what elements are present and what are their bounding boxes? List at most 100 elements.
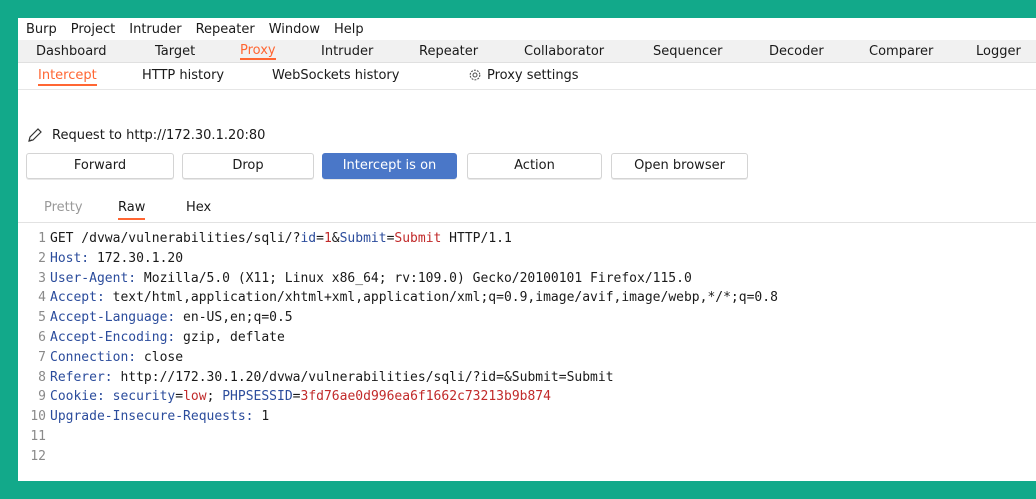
menu-intruder[interactable]: Intruder (129, 22, 181, 37)
intercept-toggle-button[interactable]: Intercept is on (322, 153, 457, 179)
line-number: 6 (38, 329, 46, 345)
line-content: Accept-Encoding: gzip, deflate (50, 328, 285, 348)
code-token: close (136, 349, 184, 365)
code-token: 3fd76ae0d996ea6f1662c73213b9b874 (300, 389, 551, 405)
tab-comparer[interactable]: Comparer (869, 44, 933, 59)
editor-tab-bar: Pretty Raw Hex (18, 194, 1036, 223)
code-token: 1 (253, 409, 270, 425)
code-token: http://172.30.1.20/dvwa/vulnerabilities/… (112, 369, 614, 385)
menu-burp[interactable]: Burp (26, 22, 57, 37)
tab-dashboard[interactable]: Dashboard (36, 44, 107, 59)
request-line: 12 (18, 447, 1036, 467)
code-token: 1 (323, 231, 332, 246)
code-token: Submit (394, 231, 442, 246)
code-token: Cookie: (50, 389, 105, 405)
action-button[interactable]: Action (467, 153, 602, 179)
code-token: Connection: (50, 349, 137, 365)
line-number: 8 (38, 369, 46, 385)
code-token: id (300, 231, 317, 246)
menu-help[interactable]: Help (334, 22, 364, 37)
line-number: 11 (30, 428, 46, 444)
line-number: 1 (38, 231, 46, 246)
code-token: Referer: (50, 369, 113, 385)
burp-window: Burp Project Intruder Repeater Window He… (18, 18, 1036, 481)
tab-target[interactable]: Target (155, 44, 195, 59)
request-line: 7 Connection: close (18, 348, 1036, 368)
line-number: 5 (38, 310, 46, 326)
line-content: Referer: http://172.30.1.20/dvwa/vulnera… (50, 368, 614, 388)
line-content: User-Agent: Mozilla/5.0 (X11; Linux x86_… (50, 269, 692, 289)
menu-project[interactable]: Project (71, 22, 115, 37)
request-line: 6 Accept-Encoding: gzip, deflate (18, 328, 1036, 348)
proxy-settings-label: Proxy settings (487, 68, 579, 83)
code-token: text/html,application/xhtml+xml,applicat… (104, 290, 778, 306)
code-token: 172.30.1.20 (89, 250, 184, 266)
request-line: 5 Accept-Language: en-US,en;q=0.5 (18, 308, 1036, 328)
line-content: Connection: close (50, 348, 183, 368)
line-number: 4 (38, 290, 46, 306)
line-content: Cookie: security=low; PHPSESSID=3fd76ae0… (50, 387, 551, 407)
code-token: GET /dvwa/vulnerabilities/sqli/? (50, 231, 301, 246)
request-line: 11 (18, 427, 1036, 447)
code-token: = (316, 231, 324, 246)
menu-repeater[interactable]: Repeater (196, 22, 255, 37)
pencil-icon (28, 128, 42, 142)
tab-collaborator[interactable]: Collaborator (524, 44, 604, 59)
line-number: 2 (38, 250, 46, 266)
code-token: Accept: (50, 290, 105, 306)
code-token: = (292, 389, 301, 405)
code-token: HTTP/1.1 (441, 231, 512, 246)
tab-proxy-settings[interactable]: Proxy settings (468, 68, 579, 83)
code-token: = (175, 389, 184, 405)
request-line: 4 Accept: text/html,application/xhtml+xml… (18, 288, 1036, 308)
gear-icon (469, 69, 481, 81)
code-token: gzip, deflate (175, 329, 285, 345)
code-token: ; (206, 389, 223, 405)
tab-intruder[interactable]: Intruder (321, 44, 373, 59)
code-token: Host: (50, 250, 90, 266)
tab-sequencer[interactable]: Sequencer (653, 44, 722, 59)
line-content: Accept: text/html,application/xhtml+xml,… (50, 288, 778, 308)
request-line: 2 Host: 172.30.1.20 (18, 249, 1036, 269)
line-content: Upgrade-Insecure-Requests: 1 (50, 407, 269, 427)
tab-logger[interactable]: Logger (976, 44, 1021, 59)
request-info: Request to http://172.30.1.20:80 (26, 126, 265, 144)
code-token: Upgrade-Insecure-Requests: (50, 409, 254, 425)
tab-pretty[interactable]: Pretty (44, 200, 83, 215)
tab-hex[interactable]: Hex (186, 200, 211, 215)
code-token: Accept-Language: (50, 310, 176, 326)
line-content: Accept-Language: en-US,en;q=0.5 (50, 308, 293, 328)
open-browser-button[interactable]: Open browser (611, 153, 748, 179)
request-line: 1 GET /dvwa/vulnerabilities/sqli/?id=1&Su… (18, 229, 1036, 249)
request-line: 9 Cookie: security=low; PHPSESSID=3fd76ae… (18, 387, 1036, 407)
main-tab-bar: Dashboard Target Proxy Intruder Repeater… (18, 40, 1036, 63)
menu-bar: Burp Project Intruder Repeater Window He… (18, 18, 1036, 40)
line-content: GET /dvwa/vulnerabilities/sqli/?id=1&Sub… (50, 229, 512, 249)
line-number: 7 (38, 349, 46, 365)
line-number: 9 (38, 389, 46, 405)
request-line: 10 Upgrade-Insecure-Requests: 1 (18, 407, 1036, 427)
code-token: Mozilla/5.0 (X11; Linux x86_64; rv:109.0… (136, 270, 692, 286)
request-line: 3 User-Agent: Mozilla/5.0 (X11; Linux x86… (18, 269, 1036, 289)
tab-websockets-history[interactable]: WebSockets history (272, 68, 399, 83)
proxy-tab-bar: Intercept HTTP history WebSockets histor… (18, 63, 1036, 90)
tab-http-history[interactable]: HTTP history (142, 68, 224, 83)
forward-button[interactable]: Forward (26, 153, 174, 179)
line-number: 12 (30, 448, 46, 464)
drop-button[interactable]: Drop (182, 153, 314, 179)
menu-window[interactable]: Window (269, 22, 320, 37)
code-token: security (112, 389, 176, 405)
code-token: en-US,en;q=0.5 (175, 310, 293, 326)
tab-proxy[interactable]: Proxy (240, 43, 276, 60)
line-number: 3 (38, 270, 46, 286)
request-line: 8 Referer: http://172.30.1.20/dvwa/vulner… (18, 368, 1036, 388)
code-token: PHPSESSID (222, 389, 293, 405)
request-editor[interactable]: 1 GET /dvwa/vulnerabilities/sqli/?id=1&Su… (18, 229, 1036, 467)
line-number: 10 (30, 409, 46, 425)
tab-raw[interactable]: Raw (118, 200, 146, 220)
tab-intercept[interactable]: Intercept (38, 68, 97, 86)
tab-decoder[interactable]: Decoder (769, 44, 824, 59)
code-token: Accept-Encoding: (50, 329, 176, 345)
code-token: low (183, 389, 207, 405)
tab-repeater[interactable]: Repeater (419, 44, 478, 59)
